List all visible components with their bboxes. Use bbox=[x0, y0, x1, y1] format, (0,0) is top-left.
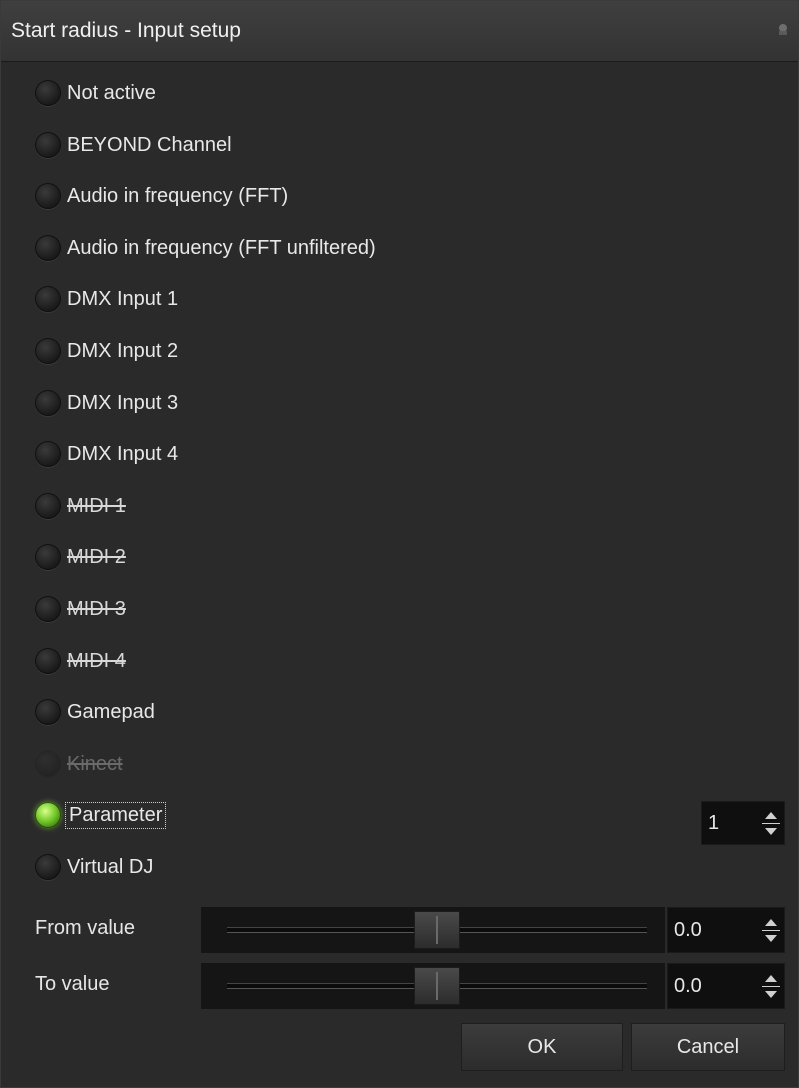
option-midi-4[interactable]: MIDI 4 bbox=[35, 641, 126, 681]
ok-button[interactable]: OK bbox=[461, 1023, 623, 1071]
option-label: MIDI 4 bbox=[67, 649, 126, 672]
radio-led-icon[interactable] bbox=[35, 132, 61, 158]
from-value-spin-buttons[interactable] bbox=[758, 908, 784, 952]
option-label: DMX Input 1 bbox=[67, 287, 179, 310]
radio-led-icon[interactable] bbox=[35, 80, 61, 106]
option-label: BEYOND Channel bbox=[67, 133, 232, 156]
option-midi-1[interactable]: MIDI 1 bbox=[35, 486, 126, 526]
radio-led-icon[interactable] bbox=[35, 235, 61, 261]
to-value-slider[interactable] bbox=[201, 963, 665, 1009]
cancel-button[interactable]: Cancel bbox=[631, 1023, 785, 1071]
from-value-label: From value bbox=[35, 917, 136, 939]
title-bar[interactable]: Start radius - Input setup bbox=[1, 1, 798, 62]
option-midi-2[interactable]: MIDI 2 bbox=[35, 537, 126, 577]
spin-separator bbox=[762, 985, 780, 987]
option-dmx-input-3[interactable]: DMX Input 3 bbox=[35, 383, 178, 423]
radio-led-icon[interactable] bbox=[35, 544, 61, 570]
option-audio-in-frequency-fft[interactable]: Audio in frequency (FFT) bbox=[35, 176, 288, 216]
option-label: Gamepad bbox=[67, 700, 155, 723]
option-label: MIDI 1 bbox=[67, 494, 126, 517]
option-beyond-channel[interactable]: BEYOND Channel bbox=[35, 125, 232, 165]
option-label: DMX Input 4 bbox=[67, 442, 179, 465]
option-midi-3[interactable]: MIDI 3 bbox=[35, 589, 126, 629]
parameter-spin-buttons[interactable] bbox=[758, 802, 784, 844]
radio-led-icon[interactable] bbox=[35, 493, 61, 519]
option-dmx-input-4[interactable]: DMX Input 4 bbox=[35, 434, 178, 474]
parameter-spinbox[interactable]: 1 bbox=[701, 801, 785, 845]
slider-thumb[interactable] bbox=[414, 967, 460, 1005]
option-label: MIDI 2 bbox=[67, 545, 126, 568]
slider-thumb[interactable] bbox=[414, 911, 460, 949]
spin-down-icon[interactable] bbox=[765, 990, 777, 998]
radio-led-icon[interactable] bbox=[35, 390, 61, 416]
from-value-slider[interactable] bbox=[201, 907, 665, 953]
spin-separator bbox=[762, 929, 780, 931]
spin-up-icon[interactable] bbox=[765, 974, 777, 982]
radio-led-icon[interactable] bbox=[35, 338, 61, 364]
option-label: MIDI 3 bbox=[67, 597, 126, 620]
option-label: Parameter bbox=[64, 801, 167, 829]
radio-led-icon[interactable] bbox=[35, 699, 61, 725]
to-value-label: To value bbox=[35, 973, 110, 995]
input-setup-dialog: Start radius - Input setup Not active BEY… bbox=[0, 0, 799, 1088]
option-gamepad[interactable]: Gamepad bbox=[35, 692, 155, 732]
radio-led-icon[interactable] bbox=[35, 648, 61, 674]
option-dmx-input-2[interactable]: DMX Input 2 bbox=[35, 331, 178, 371]
option-label: Audio in frequency (FFT unfiltered) bbox=[67, 236, 376, 259]
from-value-spinbox[interactable]: 0.0 bbox=[667, 907, 785, 953]
spin-separator bbox=[762, 822, 780, 824]
option-label: DMX Input 3 bbox=[67, 391, 179, 414]
to-value-number[interactable]: 0.0 bbox=[674, 975, 758, 998]
option-label: Not active bbox=[67, 81, 156, 104]
radio-led-icon bbox=[35, 751, 61, 777]
option-label: Audio in frequency (FFT) bbox=[67, 184, 289, 207]
option-label: DMX Input 2 bbox=[67, 339, 179, 362]
to-value-spinbox[interactable]: 0.0 bbox=[667, 963, 785, 1009]
option-virtual-dj[interactable]: Virtual DJ bbox=[35, 847, 153, 887]
option-not-active[interactable]: Not active bbox=[35, 73, 156, 113]
parameter-spin-value[interactable]: 1 bbox=[708, 812, 758, 835]
spin-up-icon[interactable] bbox=[765, 918, 777, 926]
radio-led-icon[interactable] bbox=[35, 596, 61, 622]
window-title: Start radius - Input setup bbox=[11, 19, 241, 42]
option-dmx-input-1[interactable]: DMX Input 1 bbox=[35, 279, 178, 319]
option-label: Virtual DJ bbox=[67, 855, 154, 878]
option-kinect: Kinect bbox=[35, 744, 123, 784]
from-value-number[interactable]: 0.0 bbox=[674, 919, 758, 942]
radio-led-icon[interactable] bbox=[35, 286, 61, 312]
to-value-spin-buttons[interactable] bbox=[758, 964, 784, 1008]
radio-led-icon[interactable] bbox=[35, 854, 61, 880]
radio-led-icon[interactable] bbox=[35, 183, 61, 209]
radio-led-icon[interactable] bbox=[35, 441, 61, 467]
spin-down-icon[interactable] bbox=[765, 827, 777, 835]
spin-down-icon[interactable] bbox=[765, 934, 777, 942]
pin-icon[interactable] bbox=[776, 23, 790, 37]
option-parameter[interactable]: Parameter bbox=[35, 795, 167, 835]
option-audio-in-frequency-fft-unfiltered[interactable]: Audio in frequency (FFT unfiltered) bbox=[35, 228, 376, 268]
option-label: Kinect bbox=[67, 752, 123, 775]
spin-up-icon[interactable] bbox=[765, 811, 777, 819]
radio-led-icon[interactable] bbox=[35, 802, 61, 828]
